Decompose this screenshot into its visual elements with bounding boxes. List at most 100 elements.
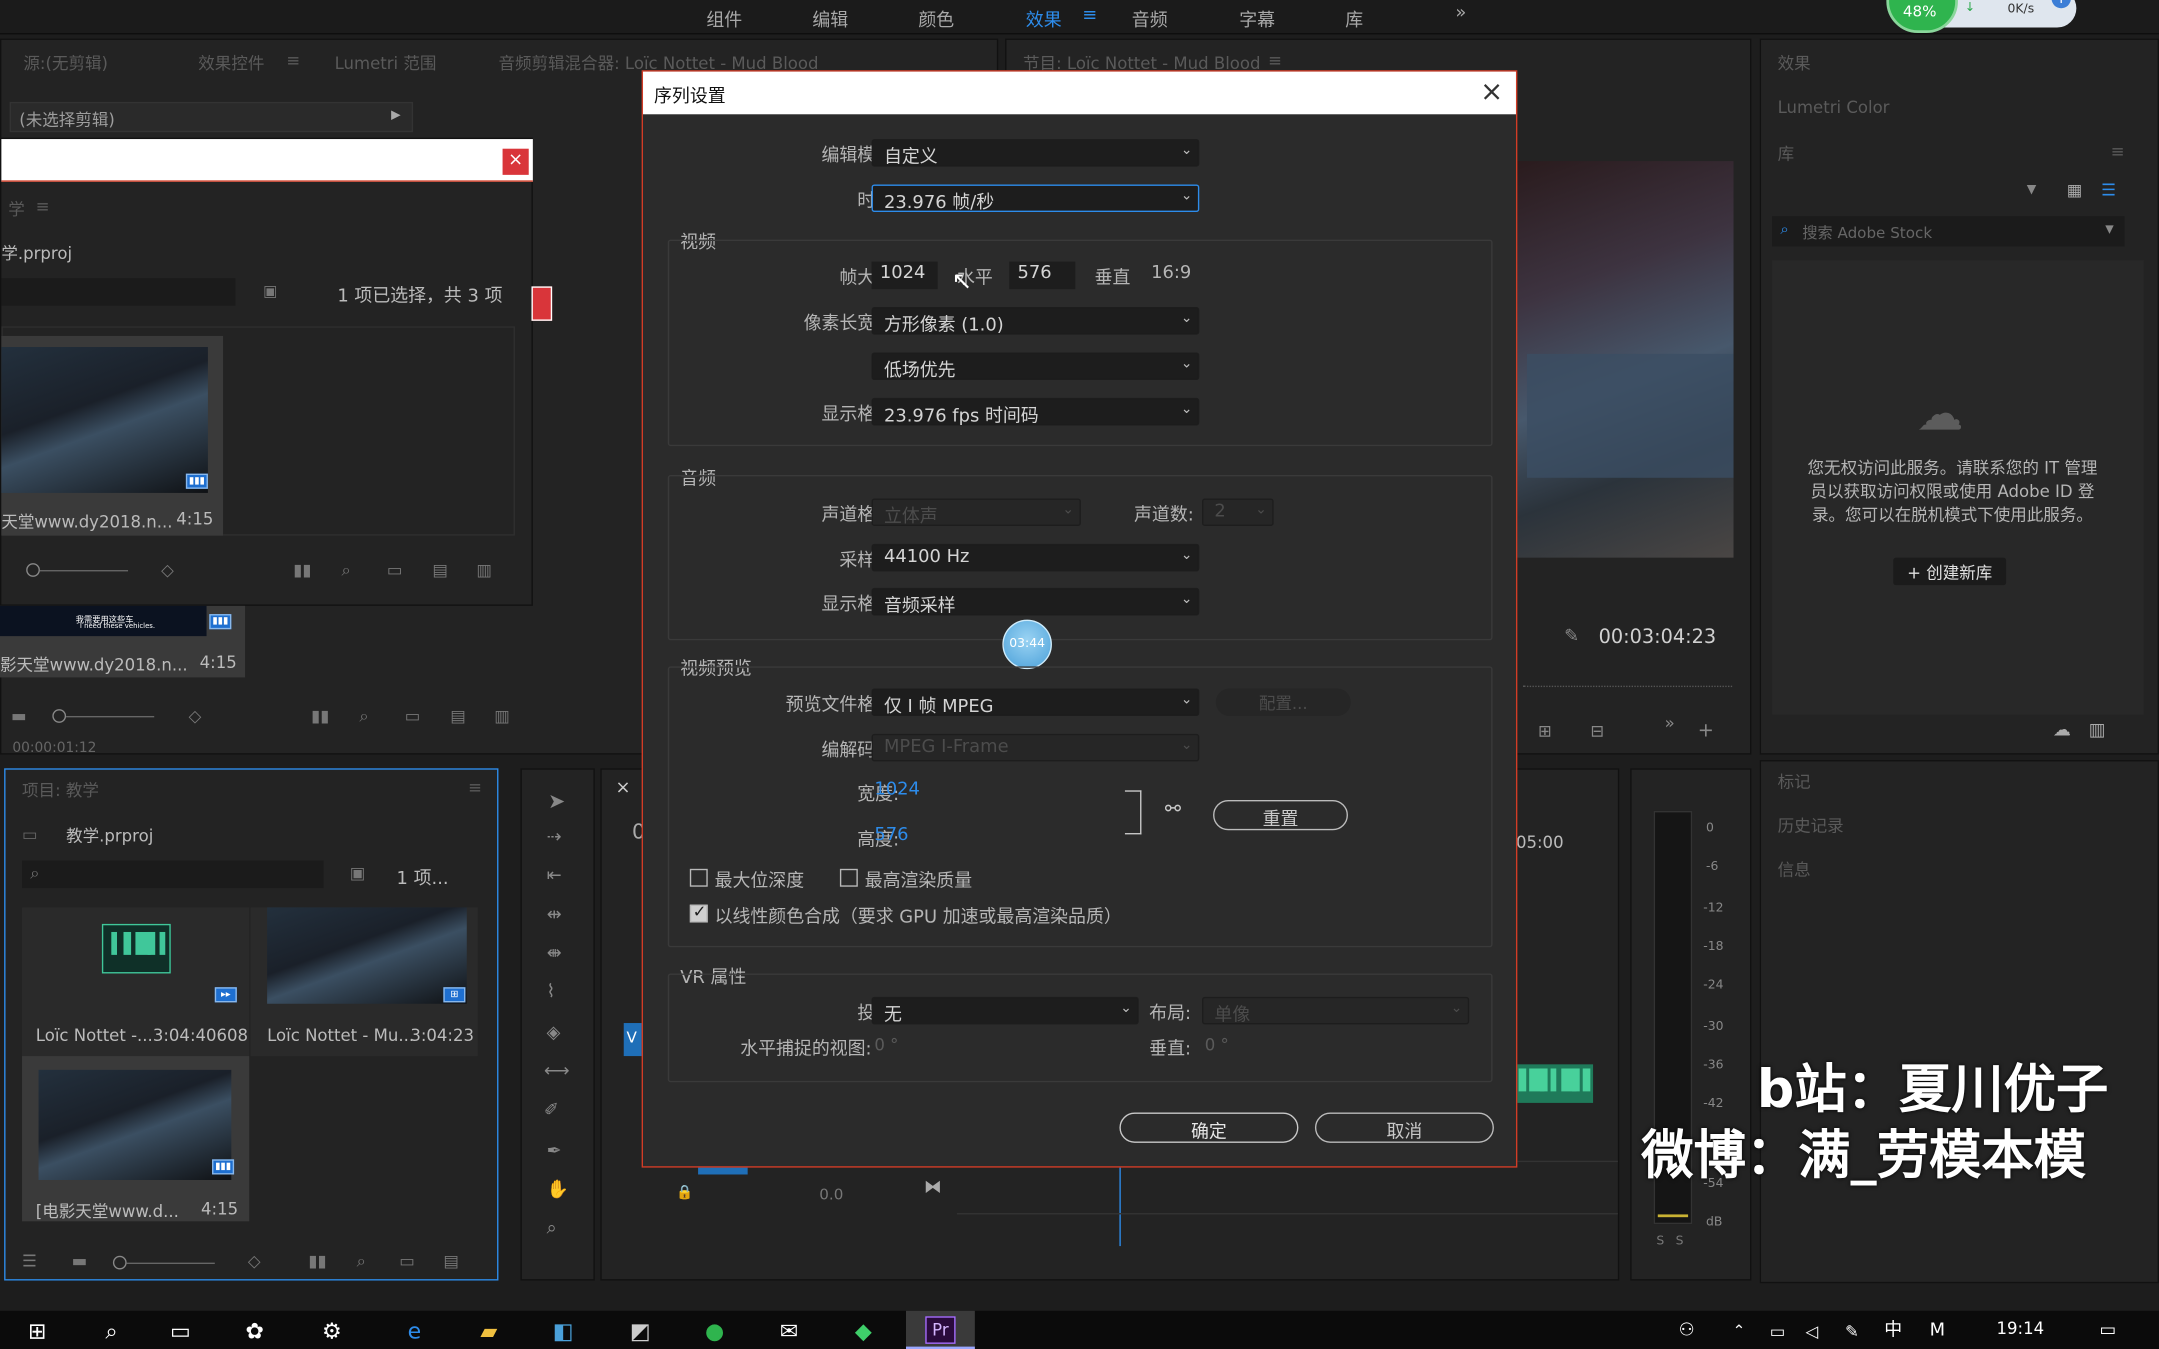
zoom-slider-handle[interactable] (112, 1255, 127, 1270)
create-library-button[interactable]: + 创建新库 (1893, 557, 2007, 586)
cloud-sync-icon[interactable]: ☁ (2053, 720, 2071, 741)
workspace-tab-libraries[interactable]: 库 (1345, 6, 1363, 32)
premiere-taskbar-item[interactable]: Pr (906, 1310, 975, 1349)
overflow-icon[interactable]: » (1665, 713, 1675, 732)
lock-icon[interactable]: 🔒 (676, 1186, 693, 1201)
linear-color-checkbox[interactable] (689, 902, 708, 923)
rolling-edit-icon[interactable]: ⇹ (547, 905, 562, 926)
ime-mode[interactable]: M (1922, 1316, 1952, 1346)
icon-view-icon[interactable]: ▬ (72, 1252, 88, 1271)
automate-icon[interactable]: ▮▮ (308, 1252, 326, 1271)
find-icon[interactable]: ⌕ (359, 706, 368, 727)
search-dropdown-icon[interactable]: ▼ (2105, 223, 2113, 235)
pen-tool-icon[interactable]: ✒ (547, 1141, 562, 1162)
panel-menu-icon[interactable]: ≡ (36, 197, 50, 216)
tab-source[interactable]: 源:(无剪辑) (23, 51, 108, 74)
find-icon[interactable]: ⌕ (357, 1252, 366, 1273)
ok-button[interactable]: 确定 (1119, 1112, 1299, 1143)
stock-search-input[interactable]: ⌕ 搜索 Adobe Stock ▼ (1772, 216, 2125, 247)
sort-icon[interactable]: ◇ (248, 1252, 261, 1271)
hand-icon[interactable]: ✋ (547, 1180, 569, 1201)
pen-icon[interactable]: ✎ (1837, 1316, 1867, 1346)
new-bin-icon[interactable]: ▭ (405, 706, 421, 725)
trash-icon[interactable]: ▥ (494, 706, 510, 725)
workspace-tab-editing[interactable]: 编辑 (812, 6, 848, 32)
channel-format-select[interactable]: 立体声 ⌄ (871, 498, 1081, 527)
playhead[interactable] (1119, 1163, 1121, 1247)
zoom-slider-track[interactable] (126, 1262, 215, 1264)
preview-width-value[interactable]: 1024 (874, 779, 920, 800)
workspace-overflow-icon[interactable]: » (1455, 3, 1466, 24)
max-bit-depth-checkbox[interactable] (689, 868, 708, 887)
markers-header[interactable]: 标记 (1778, 770, 1811, 793)
sort-icon[interactable]: ◇ (189, 706, 202, 725)
clip-selector[interactable]: (未选择剪辑) ▶ (9, 101, 414, 133)
reset-button[interactable]: 重置 (1213, 799, 1348, 831)
tab-effect-controls[interactable]: 效果控件 (198, 51, 264, 74)
people-icon[interactable]: ⚇ (1672, 1316, 1702, 1346)
ripple-edit-icon[interactable]: ⇤ (547, 866, 562, 887)
app-icon[interactable]: ✿ (240, 1316, 270, 1346)
timeline-end-icon[interactable]: ⧓ (924, 1177, 942, 1198)
battery-icon[interactable]: ▭ (1762, 1316, 1792, 1346)
slide-icon[interactable]: ⟷ (544, 1062, 570, 1083)
video-track-target[interactable]: V (623, 1023, 644, 1057)
search-icon[interactable]: ⌕ (96, 1316, 126, 1346)
close-icon[interactable]: × (502, 148, 529, 175)
tray-up-icon[interactable]: ⌃ (1724, 1316, 1754, 1346)
app-icon[interactable]: ◆ (848, 1316, 878, 1346)
find-icon[interactable]: ⌕ (341, 560, 350, 581)
windows-start-icon[interactable]: ⊞ (22, 1316, 52, 1346)
overwrite-icon[interactable]: ⊟ (1590, 721, 1604, 740)
list-view-icon[interactable]: ☰ (22, 1252, 37, 1271)
new-item-icon[interactable]: ▤ (443, 1252, 459, 1271)
workspace-tab-assembly[interactable]: 组件 (706, 6, 742, 32)
workspace-tab-color[interactable]: 颜色 (918, 6, 954, 32)
workspace-tab-effects[interactable]: 效果 (1026, 6, 1062, 32)
program-ruler[interactable] (1522, 676, 1733, 688)
info-header[interactable]: 信息 (1778, 858, 1811, 881)
project-item-sequence[interactable]: ⊞ Loïc Nottet - Mu... 3:04:23 (250, 907, 478, 1057)
audio-clip[interactable]: ▌█▌▍█▌▌ (1515, 1064, 1598, 1103)
project-item-video[interactable]: ▮▮▮ [电影天堂www.d... 4:15 (22, 1056, 250, 1222)
project-search-input[interactable]: ⌕ (22, 860, 324, 889)
display-format-select[interactable]: 23.976 fps 时间码 ⌄ (871, 397, 1200, 427)
add-button-icon[interactable]: + (1698, 720, 1714, 742)
insert-icon[interactable]: ⊞ (1538, 721, 1552, 740)
sample-rate-select[interactable]: 44100 Hz ⌄ (871, 543, 1200, 572)
task-view-icon[interactable]: ▭ (165, 1316, 195, 1346)
pixel-aspect-select[interactable]: 方形像素 (1.0) ⌄ (871, 307, 1200, 336)
fields-select[interactable]: 低场优先 ⌄ (871, 352, 1200, 381)
new-bin-icon[interactable]: ▣ (263, 282, 277, 300)
edge-icon[interactable]: e (399, 1316, 429, 1346)
project-item-audio[interactable]: ▍▌█▌▍ ▸▸ Loïc Nottet -... 3:04:40608 (22, 907, 250, 1057)
grid-view-icon[interactable]: ▦ (2067, 180, 2083, 199)
configure-button[interactable]: 配置... (1215, 688, 1351, 716)
audio-display-format-select[interactable]: 音频采样 ⌄ (871, 587, 1200, 617)
selection-tool-icon[interactable]: ➤ (548, 789, 565, 814)
search-input[interactable] (1, 278, 236, 306)
sort-icon[interactable]: ◇ (161, 560, 174, 579)
zoom-slider-handle[interactable] (26, 563, 40, 577)
panel-menu-icon[interactable]: ≡ (286, 51, 300, 70)
solo-left-button[interactable]: S (1656, 1235, 1664, 1249)
mail-icon[interactable]: ✉ (774, 1316, 804, 1346)
frame-width-input[interactable]: 1024 (871, 261, 938, 290)
workspace-tab-audio[interactable]: 音频 (1132, 6, 1168, 32)
frame-height-input[interactable]: 576 (1009, 261, 1076, 290)
tab-lumetri-scopes[interactable]: Lumetri 范围 (335, 51, 437, 74)
notification-icon[interactable]: ▭ (2093, 1316, 2123, 1346)
h-view-value[interactable]: 0 ° (874, 1035, 898, 1054)
close-icon[interactable]: × (1480, 74, 1503, 107)
track-select-icon[interactable]: ⇢ (547, 828, 562, 849)
workspace-tab-captions[interactable]: 字幕 (1239, 6, 1275, 32)
preview-height-value[interactable]: 576 (874, 825, 908, 846)
lumetri-color-header[interactable]: Lumetri Color (1778, 98, 1890, 117)
clip-tile-selected[interactable]: ▮▮▮ 天堂www.dy2018.n... 4:15 (1, 335, 224, 536)
automate-icon[interactable]: ▮▮ (293, 560, 311, 579)
zoom-slider-track[interactable] (39, 570, 129, 572)
v-view-value[interactable]: 0 ° (1205, 1035, 1229, 1054)
new-bin-icon[interactable]: ▭ (387, 560, 403, 579)
new-item-icon[interactable]: ▤ (450, 706, 466, 725)
panel-menu-icon[interactable]: ≡ (1268, 51, 1282, 70)
